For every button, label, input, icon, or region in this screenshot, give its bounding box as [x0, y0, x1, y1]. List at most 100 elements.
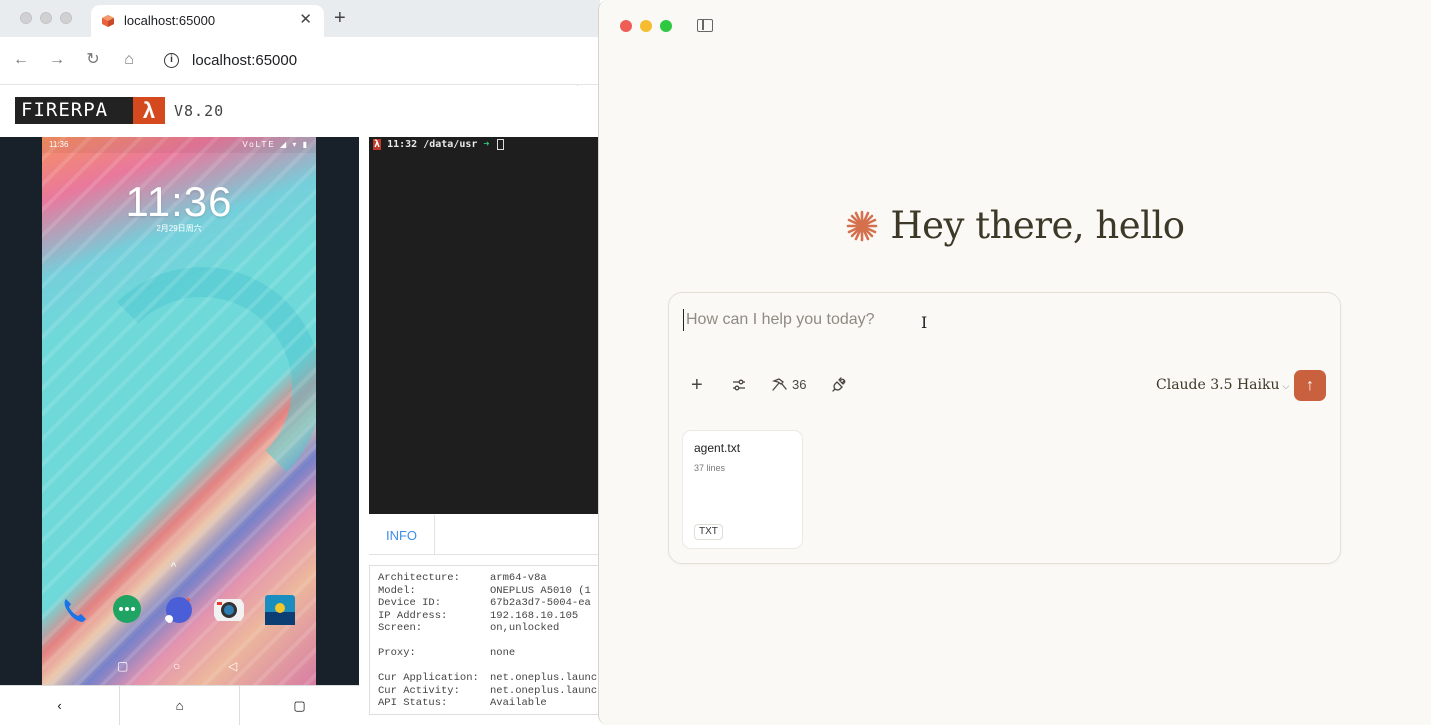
firerpa-favicon-icon: [102, 15, 114, 27]
info-value: 67b2a3d7-5004-ea: [490, 597, 591, 609]
app-drawer-caret-icon[interactable]: ^: [171, 561, 176, 573]
browser-icon[interactable]: [162, 594, 194, 626]
info-value: Available: [490, 697, 547, 709]
tab-info[interactable]: INFO: [369, 515, 435, 555]
window-close-button[interactable]: [20, 12, 32, 24]
hammer-icon: [771, 378, 787, 391]
browser-tabbar: localhost:65000 ✕ +: [0, 0, 600, 37]
settings-sliders-button[interactable]: [731, 373, 747, 397]
attachment-name: agent.txt: [694, 441, 741, 455]
info-key: Cur Application:: [378, 672, 479, 684]
claude-window: Hey there, hello I +: [598, 0, 1431, 725]
info-row: [378, 660, 490, 673]
recent-apps-icon[interactable]: ▢: [117, 659, 128, 673]
info-value: on,unlocked: [490, 622, 560, 634]
phone-home-button[interactable]: ⌂: [120, 686, 239, 725]
info-row: Architecture: arm64-v8a: [378, 572, 547, 585]
firerpa-page: FIRERPA λ V8.20 11:36 VoLTE ◢ ▾ ▮ 11:36 …: [0, 86, 600, 725]
firerpa-logo: FIRERPA λ V8.20: [15, 97, 224, 124]
android-navbar: ▢ ○ ◁: [42, 657, 316, 677]
android-dock: [42, 592, 316, 628]
message-input[interactable]: [683, 309, 1243, 331]
address-bar[interactable]: localhost:65000: [192, 51, 297, 71]
phone-mirror-panel: 11:36 VoLTE ◢ ▾ ▮ 11:36 2月29日周六 ^ ▢ ○ ◁: [0, 137, 359, 685]
info-tabbar: INFO: [369, 515, 600, 555]
prompt-path: /data/usr: [423, 139, 478, 150]
info-key: IP Address:: [378, 609, 448, 622]
info-value: ONEPLUS A5010 (1: [490, 584, 591, 597]
integrations-button[interactable]: [831, 373, 847, 397]
lockscreen-date: 2月29日周六: [156, 224, 202, 233]
attachment-line-count: 37 lines: [694, 463, 726, 473]
info-row: Screen: on,unlocked: [378, 622, 559, 635]
phone-back-button[interactable]: ‹: [0, 686, 119, 725]
prompt-arrow-icon: ➜: [483, 139, 490, 150]
tab-title: localhost:65000: [124, 13, 216, 28]
sidebar-toggle-icon[interactable]: [697, 19, 713, 32]
info-value: arm64-v8a: [490, 572, 547, 584]
browser-tab[interactable]: localhost:65000 ✕: [91, 5, 324, 37]
chevron-down-icon: ⌵: [1282, 382, 1290, 392]
info-key: Device ID:: [378, 597, 442, 609]
window-close-button[interactable]: [620, 20, 632, 32]
info-key: Cur Activity:: [378, 684, 460, 697]
info-key: Model:: [378, 584, 416, 597]
window-zoom-button[interactable]: [60, 12, 72, 24]
tab-close-icon[interactable]: ✕: [299, 11, 312, 29]
browser-window: localhost:65000 ✕ + ← → ↻ ⌂ i localhost:…: [0, 0, 600, 725]
info-row: [378, 635, 490, 648]
attachment-type-badge: TXT: [694, 524, 723, 540]
browser-toolbar: ← → ↻ ⌂ i localhost:65000: [0, 37, 600, 113]
phone-control-bar: ‹ ⌂ ▢: [0, 685, 359, 725]
model-selector[interactable]: Claude 3.5 Haiku ⌵: [1156, 375, 1289, 397]
sliders-icon: [733, 379, 745, 391]
screen: localhost:65000 ✕ + ← → ↻ ⌂ i localhost:…: [0, 0, 1431, 725]
info-row: Cur Activity: net.oneplus.launc: [378, 685, 597, 698]
home-icon[interactable]: ⌂: [119, 49, 139, 71]
site-info-icon[interactable]: i: [164, 53, 179, 68]
info-key: Architecture:: [378, 572, 460, 584]
tools-button[interactable]: 36: [771, 373, 806, 397]
info-value: net.oneplus.launc: [490, 684, 598, 697]
info-key: Proxy:: [378, 647, 416, 659]
info-row: API Status: Available: [378, 697, 547, 710]
claude-star-icon: [847, 210, 878, 241]
version-label: V8.20: [174, 101, 225, 120]
info-value: net.oneplus.launc: [490, 672, 598, 684]
android-statusbar: 11:36 VoLTE ◢ ▾ ▮: [42, 137, 316, 153]
home-circle-icon[interactable]: ○: [173, 659, 180, 673]
forward-arrow-icon[interactable]: →: [47, 49, 67, 71]
window-minimize-button[interactable]: [640, 20, 652, 32]
messages-icon[interactable]: [111, 594, 143, 626]
info-value: 192.168.10.105: [490, 609, 579, 622]
window-minimize-button[interactable]: [40, 12, 52, 24]
back-triangle-icon[interactable]: ◁: [228, 659, 237, 673]
phone-screen[interactable]: 11:36 VoLTE ◢ ▾ ▮ 11:36 2月29日周六 ^ ▢ ○ ◁: [42, 137, 316, 685]
info-key: API Status:: [378, 697, 448, 709]
info-value: none: [490, 647, 516, 659]
text-cursor-icon: I: [921, 313, 928, 332]
greeting-text: Hey there, hello: [890, 204, 1185, 247]
status-icons: VoLTE ◢ ▾ ▮: [242, 140, 309, 149]
send-button[interactable]: ↑: [1294, 370, 1326, 401]
terminal[interactable]: λ 11:32 /data/usr ➜: [369, 137, 600, 514]
device-info-panel: Architecture: arm64-v8a Model: ONEPLUS A501…: [369, 565, 600, 715]
new-tab-button[interactable]: +: [334, 7, 346, 29]
phone-overview-button[interactable]: ▢: [240, 686, 359, 725]
info-key: Screen:: [378, 622, 423, 634]
attachment-card[interactable]: agent.txt 37 lines TXT: [682, 430, 803, 549]
camera-icon[interactable]: [213, 594, 245, 626]
lockscreen-clock: 11:36: [125, 178, 233, 225]
message-composer: I + 36: [668, 292, 1341, 564]
back-arrow-icon[interactable]: ←: [11, 49, 31, 71]
status-time: 11:36: [49, 140, 69, 149]
add-attachment-button[interactable]: +: [691, 373, 703, 397]
gallery-icon[interactable]: [264, 594, 296, 626]
tools-count: 36: [792, 377, 807, 392]
lambda-logo-icon: λ: [133, 97, 165, 124]
window-zoom-button[interactable]: [660, 20, 672, 32]
reload-icon[interactable]: ↻: [83, 49, 103, 71]
greeting: Hey there, hello: [599, 204, 1431, 247]
phone-icon[interactable]: [59, 594, 91, 626]
info-row: IP Address: 192.168.10.105: [378, 610, 578, 623]
